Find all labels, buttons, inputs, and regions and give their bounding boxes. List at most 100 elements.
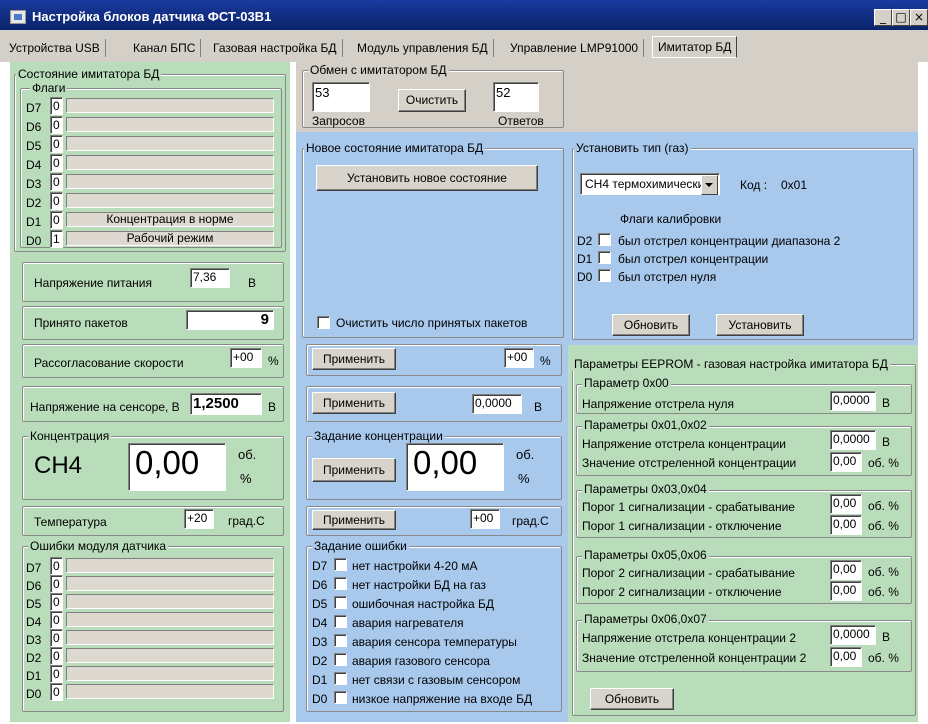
tab-gas-setup[interactable]: Газовая настройка БД xyxy=(208,39,343,57)
flag-bit: D1 xyxy=(26,215,42,229)
error-value: 0 xyxy=(50,683,63,701)
calib-checkbox[interactable] xyxy=(598,233,611,246)
err-set-checkbox[interactable] xyxy=(334,672,347,685)
tab-lmp91000[interactable]: Управление LMP91000 xyxy=(505,39,645,57)
err-set-label: нет связи с газовым сенсором xyxy=(352,673,521,687)
top-right-pane xyxy=(568,62,918,132)
p03-value2[interactable]: 0,00 xyxy=(830,515,862,535)
calib-bit: D1 xyxy=(577,252,593,266)
error-bit: D3 xyxy=(26,633,42,647)
gastype-refresh-button[interactable]: Обновить xyxy=(612,314,690,336)
p05-value2[interactable]: 0,00 xyxy=(830,581,862,601)
err-set-bit: D6 xyxy=(312,578,328,592)
chevron-down-icon[interactable] xyxy=(701,175,718,195)
set-new-state-button[interactable]: Установить новое состояние xyxy=(316,165,538,191)
flag-bar xyxy=(66,174,274,189)
error-value: 0 xyxy=(50,611,63,629)
temp-set-input[interactable]: +00 xyxy=(470,509,500,529)
err-set-checkbox[interactable] xyxy=(334,596,347,609)
errors-title: Ошибки модуля датчика xyxy=(28,539,169,553)
err-set-bit: D5 xyxy=(312,597,328,611)
p03-unit2: об. % xyxy=(868,519,899,533)
flag-value: 0 xyxy=(50,154,63,172)
p01-title: Параметры 0x01,0x02 xyxy=(582,418,709,432)
err-set-checkbox[interactable] xyxy=(334,634,347,647)
tab-simulator[interactable]: Имитатор БД xyxy=(652,36,738,58)
flag-value: 0 xyxy=(50,97,63,115)
voltage-set-unit: В xyxy=(534,400,543,414)
err-set-bit: D1 xyxy=(312,673,328,687)
clear-button[interactable]: Очистить xyxy=(398,89,466,112)
conc-unit2: % xyxy=(240,471,252,486)
flag-bit: D7 xyxy=(26,101,42,115)
p06-value2[interactable]: 0,00 xyxy=(830,647,862,667)
calib-checkbox[interactable] xyxy=(598,251,611,264)
calib-label: был отстрел нуля xyxy=(618,270,717,284)
gas-type-value: CH4 термохимический xyxy=(585,177,712,191)
error-bar xyxy=(66,630,274,645)
tab-control-module[interactable]: Модуль управления БД xyxy=(352,39,494,57)
err-set-bit: D0 xyxy=(312,692,328,706)
error-bit: D1 xyxy=(26,669,42,683)
error-bar xyxy=(66,666,274,681)
flag-value: 0 xyxy=(50,173,63,191)
apply-speed-button[interactable]: Применить xyxy=(312,348,396,370)
clear-packets-checkbox[interactable] xyxy=(317,316,330,329)
apply-voltage-button[interactable]: Применить xyxy=(312,392,396,414)
conc-title: Концентрация xyxy=(28,429,112,443)
calib-checkbox[interactable] xyxy=(598,269,611,282)
apply-temp-button[interactable]: Применить xyxy=(312,510,396,530)
error-bar xyxy=(66,576,274,591)
flag-bit: D2 xyxy=(26,196,42,210)
error-value: 0 xyxy=(50,575,63,593)
speed-set-input[interactable]: +00 xyxy=(504,348,534,368)
calib-title: Флаги калибровки xyxy=(620,212,722,226)
flag-bar xyxy=(66,136,274,151)
p05-value1[interactable]: 0,00 xyxy=(830,560,862,580)
eeprom-refresh-button[interactable]: Обновить xyxy=(590,688,674,710)
flag-bit: D5 xyxy=(26,139,42,153)
exchange-title: Обмен с имитатором БД xyxy=(308,63,449,77)
close-button[interactable]: × xyxy=(910,9,928,26)
clear-packets-label: Очистить число принятых пакетов xyxy=(336,316,528,330)
err-set-checkbox[interactable] xyxy=(334,558,347,571)
tab-usb-devices[interactable]: Устройства USB xyxy=(4,39,106,57)
p06-label2: Значение отстреленной концентрации 2 xyxy=(582,651,807,665)
p05-label2: Порог 2 сигнализации - отключение xyxy=(582,585,782,599)
supply-label: Напряжение питания xyxy=(34,276,152,290)
flag-bar xyxy=(66,193,274,208)
error-value: 0 xyxy=(50,557,63,575)
err-set-checkbox[interactable] xyxy=(334,577,347,590)
apply-conc-button[interactable]: Применить xyxy=(312,458,396,482)
temp-set-unit: град.С xyxy=(512,514,549,528)
gas-type-select[interactable]: CH4 термохимический xyxy=(580,173,720,195)
eeprom-title: Параметры EEPROM - газовая настройка ими… xyxy=(572,357,890,371)
requests-label: Запросов xyxy=(312,114,365,128)
err-set-bit: D2 xyxy=(312,654,328,668)
minimize-button[interactable]: _ xyxy=(874,9,892,26)
error-bit: D4 xyxy=(26,615,42,629)
error-value: 0 xyxy=(50,647,63,665)
error-bar xyxy=(66,648,274,663)
maximize-button[interactable]: □ xyxy=(892,9,910,26)
tab-bps-channel[interactable]: Канал БПС xyxy=(128,39,202,57)
p03-value1[interactable]: 0,00 xyxy=(830,494,862,514)
p00-unit: В xyxy=(882,396,891,410)
packets-label: Принято пакетов xyxy=(34,316,128,330)
p06-value1[interactable]: 0,0000 xyxy=(830,625,876,645)
window-title: Настройка блоков датчика ФСТ-03В1 xyxy=(32,9,272,24)
conc-set-input[interactable]: 0,00 xyxy=(406,443,504,491)
err-set-checkbox[interactable] xyxy=(334,653,347,666)
p01-value2[interactable]: 0,00 xyxy=(830,452,862,472)
p00-value[interactable]: 0,0000 xyxy=(830,391,876,411)
err-set-checkbox[interactable] xyxy=(334,691,347,704)
err-set-checkbox[interactable] xyxy=(334,615,347,628)
p03-unit1: об. % xyxy=(868,499,899,513)
gastype-set-button[interactable]: Установить xyxy=(716,314,804,336)
title-bar: Настройка блоков датчика ФСТ-03В1 _ □ × xyxy=(0,0,928,30)
p01-value1[interactable]: 0,0000 xyxy=(830,430,876,450)
p06-label1: Напряжение отстрела концентрации 2 xyxy=(582,631,796,645)
flag-bar xyxy=(66,155,274,170)
error-bar xyxy=(66,612,274,627)
voltage-set-input[interactable]: 0,0000 xyxy=(472,394,522,414)
